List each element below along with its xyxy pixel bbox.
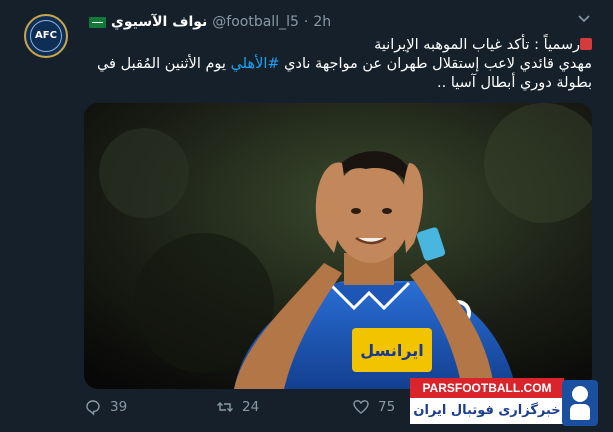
hashtag-link[interactable]: #الأهلي [231,56,280,72]
saudi-flag-icon [89,16,106,28]
like-button[interactable]: 75 [352,398,395,416]
like-count: 75 [378,399,396,415]
reply-count: 39 [110,399,128,415]
chevron-down-icon[interactable] [576,10,592,26]
tweet-header: نواف الآسيوي @football_l5 · 2h [84,12,331,32]
player-logo-icon [562,380,598,426]
retweet-icon [217,402,233,412]
tweet-text-line-1: رسمياً : تأكد غياب الموهبه الإيرانية [84,36,592,55]
avatar-logo-text: AFC [35,30,57,41]
reply-button[interactable]: 39 [84,398,127,416]
avatar[interactable]: AFC [24,14,68,58]
separator-dot: · [303,14,309,30]
tweet-actions: 39 24 75 [84,398,404,418]
tweet-text: رسمياً : تأكد غياب الموهبه الإيرانية مهد… [84,36,592,93]
watermark-caption: خبرگزاری فوتبال ایران [410,398,564,424]
tweet-text-line-3: بطولة دوري أبطال آسيا .. [437,75,592,91]
tweet-text-line-2: مهدي قائدي لاعب إستقلال طهران عن مواجهة … [96,56,592,72]
shirt-sponsor-text: ایرانسل [360,341,424,360]
retweet-button[interactable]: 24 [216,398,259,416]
watermark-badge: PARSFOOTBALL.COM خبرگزاری فوتبال ایران [410,378,600,430]
user-handle[interactable]: @football_l5 [212,14,299,30]
tweet-media-photo[interactable]: ایرانسل [84,103,592,389]
reply-icon [86,400,100,416]
tweet-timestamp[interactable]: 2h [313,14,331,30]
tweet[interactable]: AFC نواف الآسيوي @football_l5 · 2h رسميا… [0,0,613,432]
red-square-icon [580,38,592,50]
display-name[interactable]: نواف الآسيوي [111,14,207,30]
watermark-site: PARSFOOTBALL.COM [410,378,564,398]
heart-icon [353,400,369,414]
retweet-count: 24 [242,399,260,415]
